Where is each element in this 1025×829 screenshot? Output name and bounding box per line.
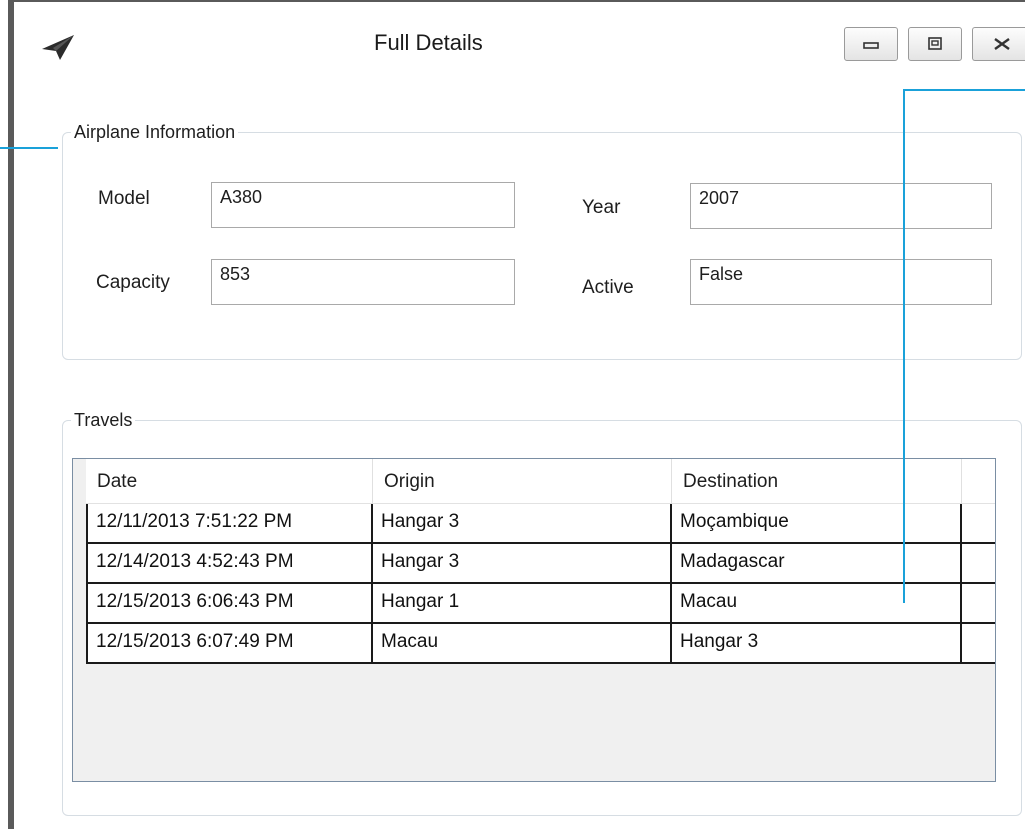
- table-row[interactable]: 12/15/2013 6:06:43 PM Hangar 1 Macau: [86, 584, 995, 624]
- callout-line-vertical: [903, 89, 905, 603]
- column-header-filler: [962, 459, 995, 503]
- cell-filler: [962, 544, 995, 582]
- cell-date[interactable]: 12/15/2013 6:06:43 PM: [86, 584, 373, 622]
- cell-date[interactable]: 12/11/2013 7:51:22 PM: [86, 504, 373, 542]
- model-label: Model: [98, 188, 150, 209]
- year-field[interactable]: 2007: [690, 183, 992, 229]
- active-field[interactable]: False: [690, 259, 992, 305]
- grid-header: Date Origin Destination: [86, 459, 995, 504]
- maximize-button[interactable]: [908, 27, 962, 61]
- cell-date[interactable]: 12/15/2013 6:07:49 PM: [86, 624, 373, 662]
- window-title: Full Details: [374, 30, 483, 55]
- cell-origin[interactable]: Hangar 3: [373, 544, 672, 582]
- column-header-origin[interactable]: Origin: [373, 459, 672, 503]
- travels-grid[interactable]: Date Origin Destination 12/11/2013 7:51:…: [72, 458, 996, 782]
- callout-line-top: [903, 89, 1025, 91]
- capacity-label: Capacity: [96, 272, 170, 293]
- grid-rows: 12/11/2013 7:51:22 PM Hangar 3 Moçambiqu…: [86, 504, 995, 664]
- column-header-date[interactable]: Date: [86, 459, 373, 503]
- capacity-field[interactable]: 853: [211, 259, 515, 305]
- minimize-button[interactable]: [844, 27, 898, 61]
- cell-destination[interactable]: Moçambique: [672, 504, 962, 542]
- paper-plane-icon: [40, 32, 76, 62]
- cell-date[interactable]: 12/14/2013 4:52:43 PM: [86, 544, 373, 582]
- close-button[interactable]: [972, 27, 1025, 61]
- cell-destination[interactable]: Macau: [672, 584, 962, 622]
- airplane-information-group: Airplane Information: [62, 122, 1022, 360]
- model-field[interactable]: A380: [211, 182, 515, 228]
- minimize-icon: [863, 42, 879, 49]
- year-label: Year: [582, 197, 621, 218]
- column-header-destination[interactable]: Destination: [672, 459, 962, 503]
- cell-destination[interactable]: Hangar 3: [672, 624, 962, 662]
- cell-origin[interactable]: Macau: [373, 624, 672, 662]
- close-icon: [994, 38, 1010, 50]
- cell-filler: [962, 584, 995, 622]
- full-details-window: Full Details Airplane Information Model …: [8, 0, 1025, 829]
- airplane-information-legend: Airplane Information: [74, 122, 236, 142]
- table-row[interactable]: 12/15/2013 6:07:49 PM Macau Hangar 3: [86, 624, 995, 664]
- cell-origin[interactable]: Hangar 1: [373, 584, 672, 622]
- cell-filler: [962, 504, 995, 542]
- cell-filler: [962, 624, 995, 662]
- callout-line-left: [0, 147, 58, 149]
- cell-origin[interactable]: Hangar 3: [373, 504, 672, 542]
- cell-destination[interactable]: Madagascar: [672, 544, 962, 582]
- table-row[interactable]: 12/14/2013 4:52:43 PM Hangar 3 Madagasca…: [86, 544, 995, 584]
- table-row[interactable]: 12/11/2013 7:51:22 PM Hangar 3 Moçambiqu…: [86, 504, 995, 544]
- maximize-icon: [928, 37, 942, 50]
- travels-legend: Travels: [74, 410, 133, 430]
- title-bar[interactable]: Full Details: [14, 2, 1025, 82]
- active-label: Active: [582, 277, 634, 298]
